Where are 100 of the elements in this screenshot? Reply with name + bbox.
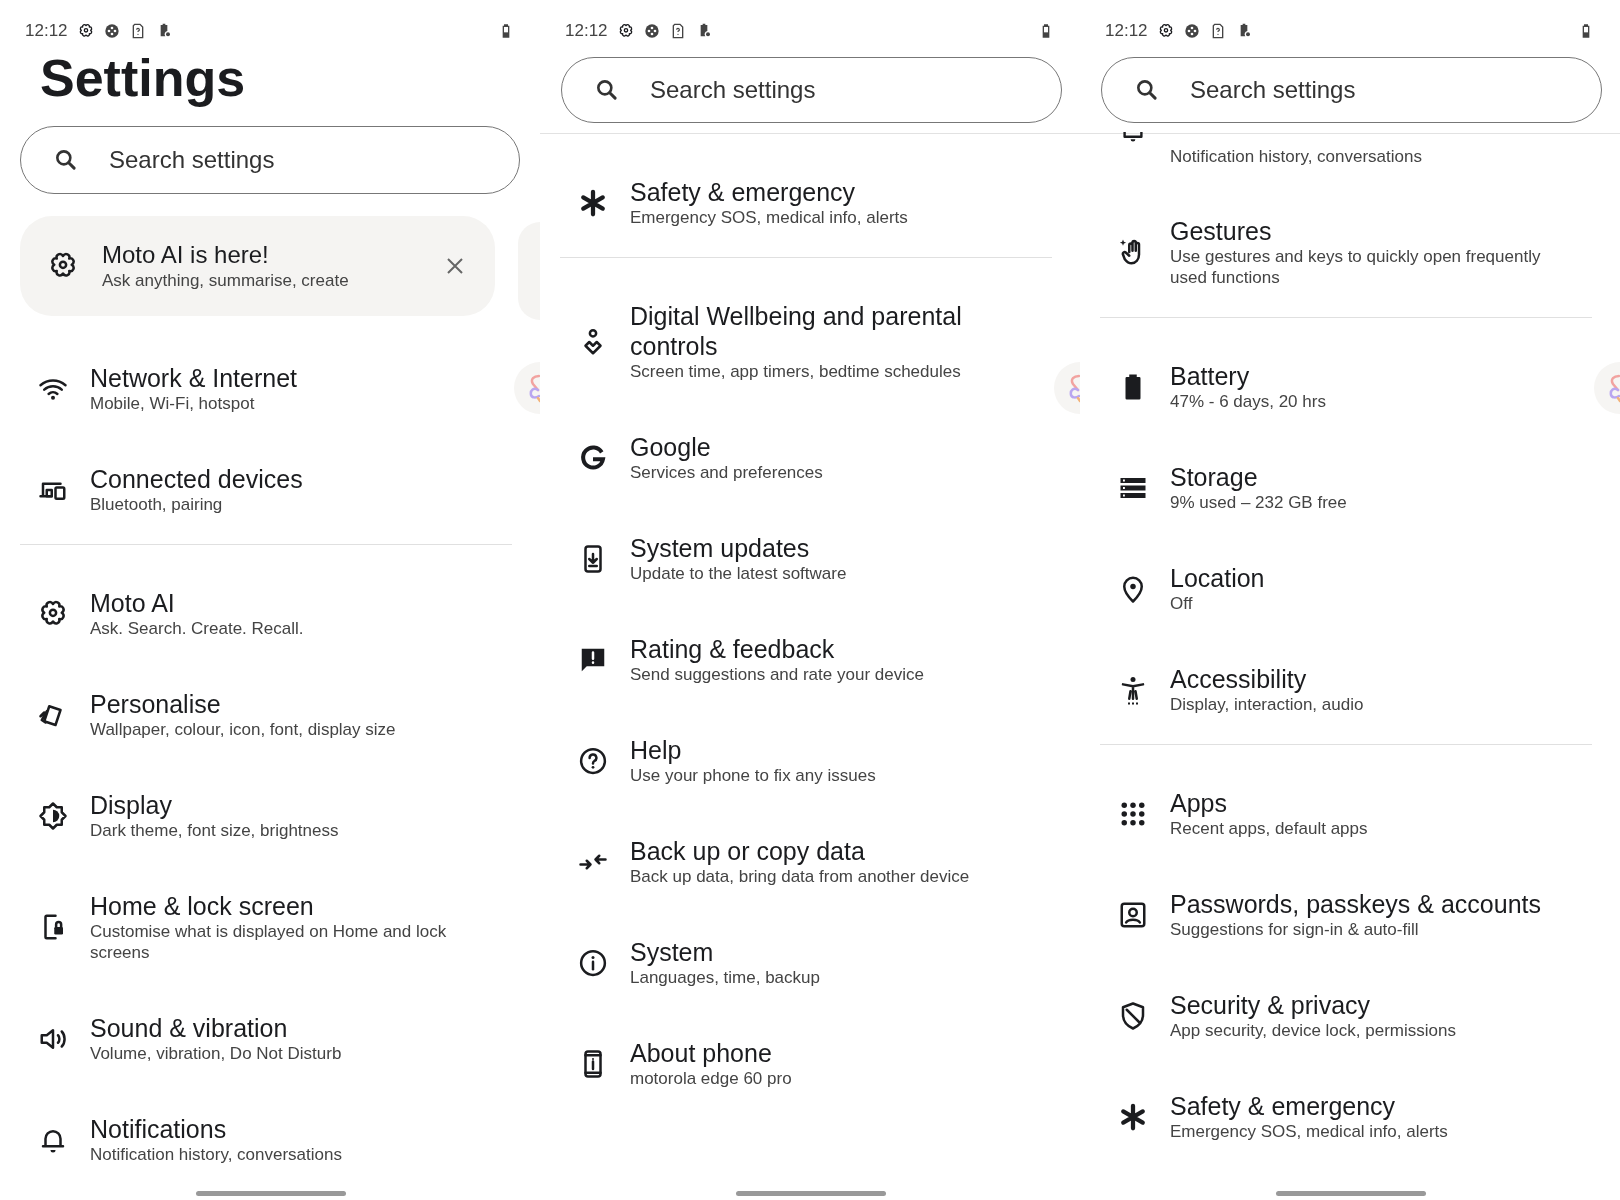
gamepad-icon bbox=[643, 23, 660, 39]
settings-item[interactable]: Security & privacy App security, device lock, permissions bbox=[1080, 965, 1590, 1066]
item-title: Accessibility bbox=[1170, 664, 1308, 694]
flower-icon bbox=[617, 23, 634, 39]
gamepad-icon bbox=[1183, 23, 1200, 39]
item-subtitle: Send suggestions and rate your device bbox=[630, 664, 924, 685]
settings-item[interactable]: Display Dark theme, font size, brightness bbox=[0, 765, 510, 866]
item-title: Security & privacy bbox=[1170, 990, 1372, 1020]
item-subtitle: Languages, time, backup bbox=[630, 967, 820, 988]
settings-item[interactable]: Moto AI Ask. Search. Create. Recall. bbox=[0, 563, 510, 664]
settings-item[interactable]: About phone motorola edge 60 pro bbox=[540, 1013, 1050, 1114]
help-icon bbox=[578, 745, 608, 776]
item-subtitle: motorola edge 60 pro bbox=[630, 1068, 792, 1089]
item-subtitle: Services and preferences bbox=[630, 462, 823, 483]
item-subtitle: Suggestions for sign-in & auto-fill bbox=[1170, 919, 1420, 940]
item-title: Location bbox=[1170, 563, 1265, 593]
item-title: Passwords, passkeys & accounts bbox=[1170, 889, 1541, 919]
settings-item[interactable]: Location Off bbox=[1080, 538, 1590, 639]
item-title: Storage bbox=[1170, 462, 1259, 492]
item-subtitle: Volume, vibration, Do Not Disturb bbox=[90, 1043, 342, 1064]
item-title: Sound & vibration bbox=[90, 1013, 289, 1043]
settings-item[interactable]: Safety & emergency Emergency SOS, medical info, alerts bbox=[540, 152, 1050, 253]
item-title: Digital Wellbeing and parental controls bbox=[630, 301, 963, 361]
asterisk-icon bbox=[578, 187, 608, 218]
search-field[interactable]: Search settings bbox=[20, 126, 520, 194]
assistant-bubble[interactable] bbox=[1592, 362, 1620, 414]
settings-item[interactable]: Sound & vibration Volume, vibration, Do Not Disturb bbox=[0, 988, 510, 1089]
settings-item[interactable]: System Languages, time, backup bbox=[540, 912, 1050, 1013]
status-time: 12:12 bbox=[25, 21, 68, 41]
item-subtitle: 9% used – 232 GB free bbox=[1170, 492, 1347, 513]
settings-item[interactable]: Digital Wellbeing and parental controls Screen time, app timers, bedtime schedules bbox=[540, 276, 1050, 407]
status-time: 12:12 bbox=[565, 21, 608, 41]
info-icon bbox=[578, 947, 608, 978]
search-icon bbox=[1134, 77, 1160, 103]
search-icon bbox=[53, 147, 79, 173]
brightness-icon bbox=[38, 800, 68, 831]
item-subtitle: Back up data, bring data from another device bbox=[630, 866, 970, 887]
item-subtitle: Off bbox=[1170, 593, 1194, 614]
settings-item[interactable]: System updates Update to the latest software bbox=[540, 508, 1050, 609]
item-subtitle: Display, interaction, audio bbox=[1170, 694, 1364, 715]
item-title: Personalise bbox=[90, 689, 222, 719]
item-title: Back up or copy data bbox=[630, 836, 866, 866]
settings-item[interactable]: Home & lock screen Customise what is displayed on Home and lock screens bbox=[0, 866, 510, 988]
item-subtitle: Customise what is displayed on Home and lock screens bbox=[90, 921, 448, 963]
page-title: Settings bbox=[40, 48, 247, 108]
item-subtitle: Notification history, conversations bbox=[90, 1144, 342, 1165]
item-title: Rating & feedback bbox=[630, 634, 836, 664]
assistant-bubble[interactable] bbox=[1052, 362, 1080, 414]
item-title: Display bbox=[90, 790, 173, 820]
item-subtitle: Mobile, Wi-Fi, hotspot bbox=[90, 393, 256, 414]
item-subtitle: 47% - 6 days, 20 hrs bbox=[1170, 391, 1326, 412]
search-icon bbox=[594, 77, 620, 103]
settings-item[interactable]: Help Use your phone to fix any issues bbox=[540, 710, 1050, 811]
gamepad-icon bbox=[103, 23, 120, 39]
item-subtitle: Emergency SOS, medical info, alerts bbox=[630, 207, 908, 228]
settings-item[interactable]: Storage 9% used – 232 GB free bbox=[1080, 437, 1590, 538]
settings-item[interactable]: Connected devices Bluetooth, pairing bbox=[0, 439, 510, 540]
assistant-bubble[interactable] bbox=[512, 362, 540, 414]
settings-item[interactable]: Notifications Notification history, conversations bbox=[0, 1089, 510, 1190]
status-time: 12:12 bbox=[1105, 21, 1148, 41]
item-title: System bbox=[630, 937, 715, 967]
settings-item[interactable]: Rating & feedback Send suggestions and rate your device bbox=[540, 609, 1050, 710]
item-title: Battery bbox=[1170, 361, 1251, 391]
settings-item[interactable]: Battery 47% - 6 days, 20 hrs bbox=[1080, 336, 1590, 437]
item-title: Help bbox=[630, 735, 683, 765]
item-title: Home & lock screen bbox=[90, 891, 315, 921]
settings-item[interactable]: Passwords, passkeys & accounts Suggestions for sign-in & auto-fill bbox=[1080, 864, 1590, 965]
settings-item[interactable]: Personalise Wallpaper, colour, icon, font, display size bbox=[0, 664, 510, 765]
settings-item[interactable]: Apps Recent apps, default apps bbox=[1080, 763, 1590, 864]
item-subtitle: Bluetooth, pairing bbox=[90, 494, 224, 515]
settings-item[interactable]: Accessibility Display, interaction, audio bbox=[1080, 639, 1590, 740]
item-title: Gestures bbox=[1170, 216, 1273, 246]
settings-item[interactable]: Gestures Use gestures and keys to quickly open frequently used functions bbox=[1080, 191, 1590, 313]
item-title: About phone bbox=[630, 1038, 773, 1068]
promo-card[interactable]: Moto AI is here! Ask anything, summarise, create bbox=[20, 216, 495, 316]
flower-icon bbox=[1157, 23, 1174, 39]
item-title: Safety & emergency bbox=[1170, 1091, 1397, 1121]
settings-item[interactable]: Safety & emergency Emergency SOS, medical info, alerts bbox=[1080, 1066, 1590, 1167]
promo-subtitle: Ask anything, summarise, create bbox=[102, 270, 350, 292]
settings-item[interactable]: Google Services and preferences bbox=[540, 407, 1050, 508]
flower-icon bbox=[77, 23, 94, 39]
item-subtitle: Emergency SOS, medical info, alerts bbox=[1170, 1121, 1448, 1142]
item-title: Google bbox=[630, 432, 712, 462]
search-field[interactable]: Search settings bbox=[1101, 57, 1602, 123]
item-title: Notifications bbox=[90, 1114, 228, 1144]
item-title: Safety & emergency bbox=[630, 177, 857, 207]
item-subtitle: Wallpaper, colour, icon, font, display size bbox=[90, 719, 396, 740]
settings-item[interactable]: Back up or copy data Back up data, bring data from another device bbox=[540, 811, 1050, 912]
item-subtitle: Dark theme, font size, brightness bbox=[90, 820, 339, 841]
settings-item[interactable]: Notification history, conversations bbox=[1080, 134, 1590, 191]
item-subtitle: Notification history, conversations bbox=[1170, 146, 1422, 167]
item-subtitle: Ask. Search. Create. Recall. bbox=[90, 618, 304, 639]
item-subtitle: Update to the latest software bbox=[630, 563, 847, 584]
item-subtitle: Screen time, app timers, bedtime schedules bbox=[630, 361, 962, 382]
search-field[interactable]: Search settings bbox=[561, 57, 1062, 123]
settings-item[interactable]: Network & Internet Mobile, Wi-Fi, hotspot bbox=[0, 338, 510, 439]
item-subtitle: Recent apps, default apps bbox=[1170, 818, 1368, 839]
item-subtitle: Use your phone to fix any issues bbox=[630, 765, 876, 786]
item-title: Connected devices bbox=[90, 464, 303, 494]
promo-title: Moto AI is here! bbox=[102, 240, 270, 270]
